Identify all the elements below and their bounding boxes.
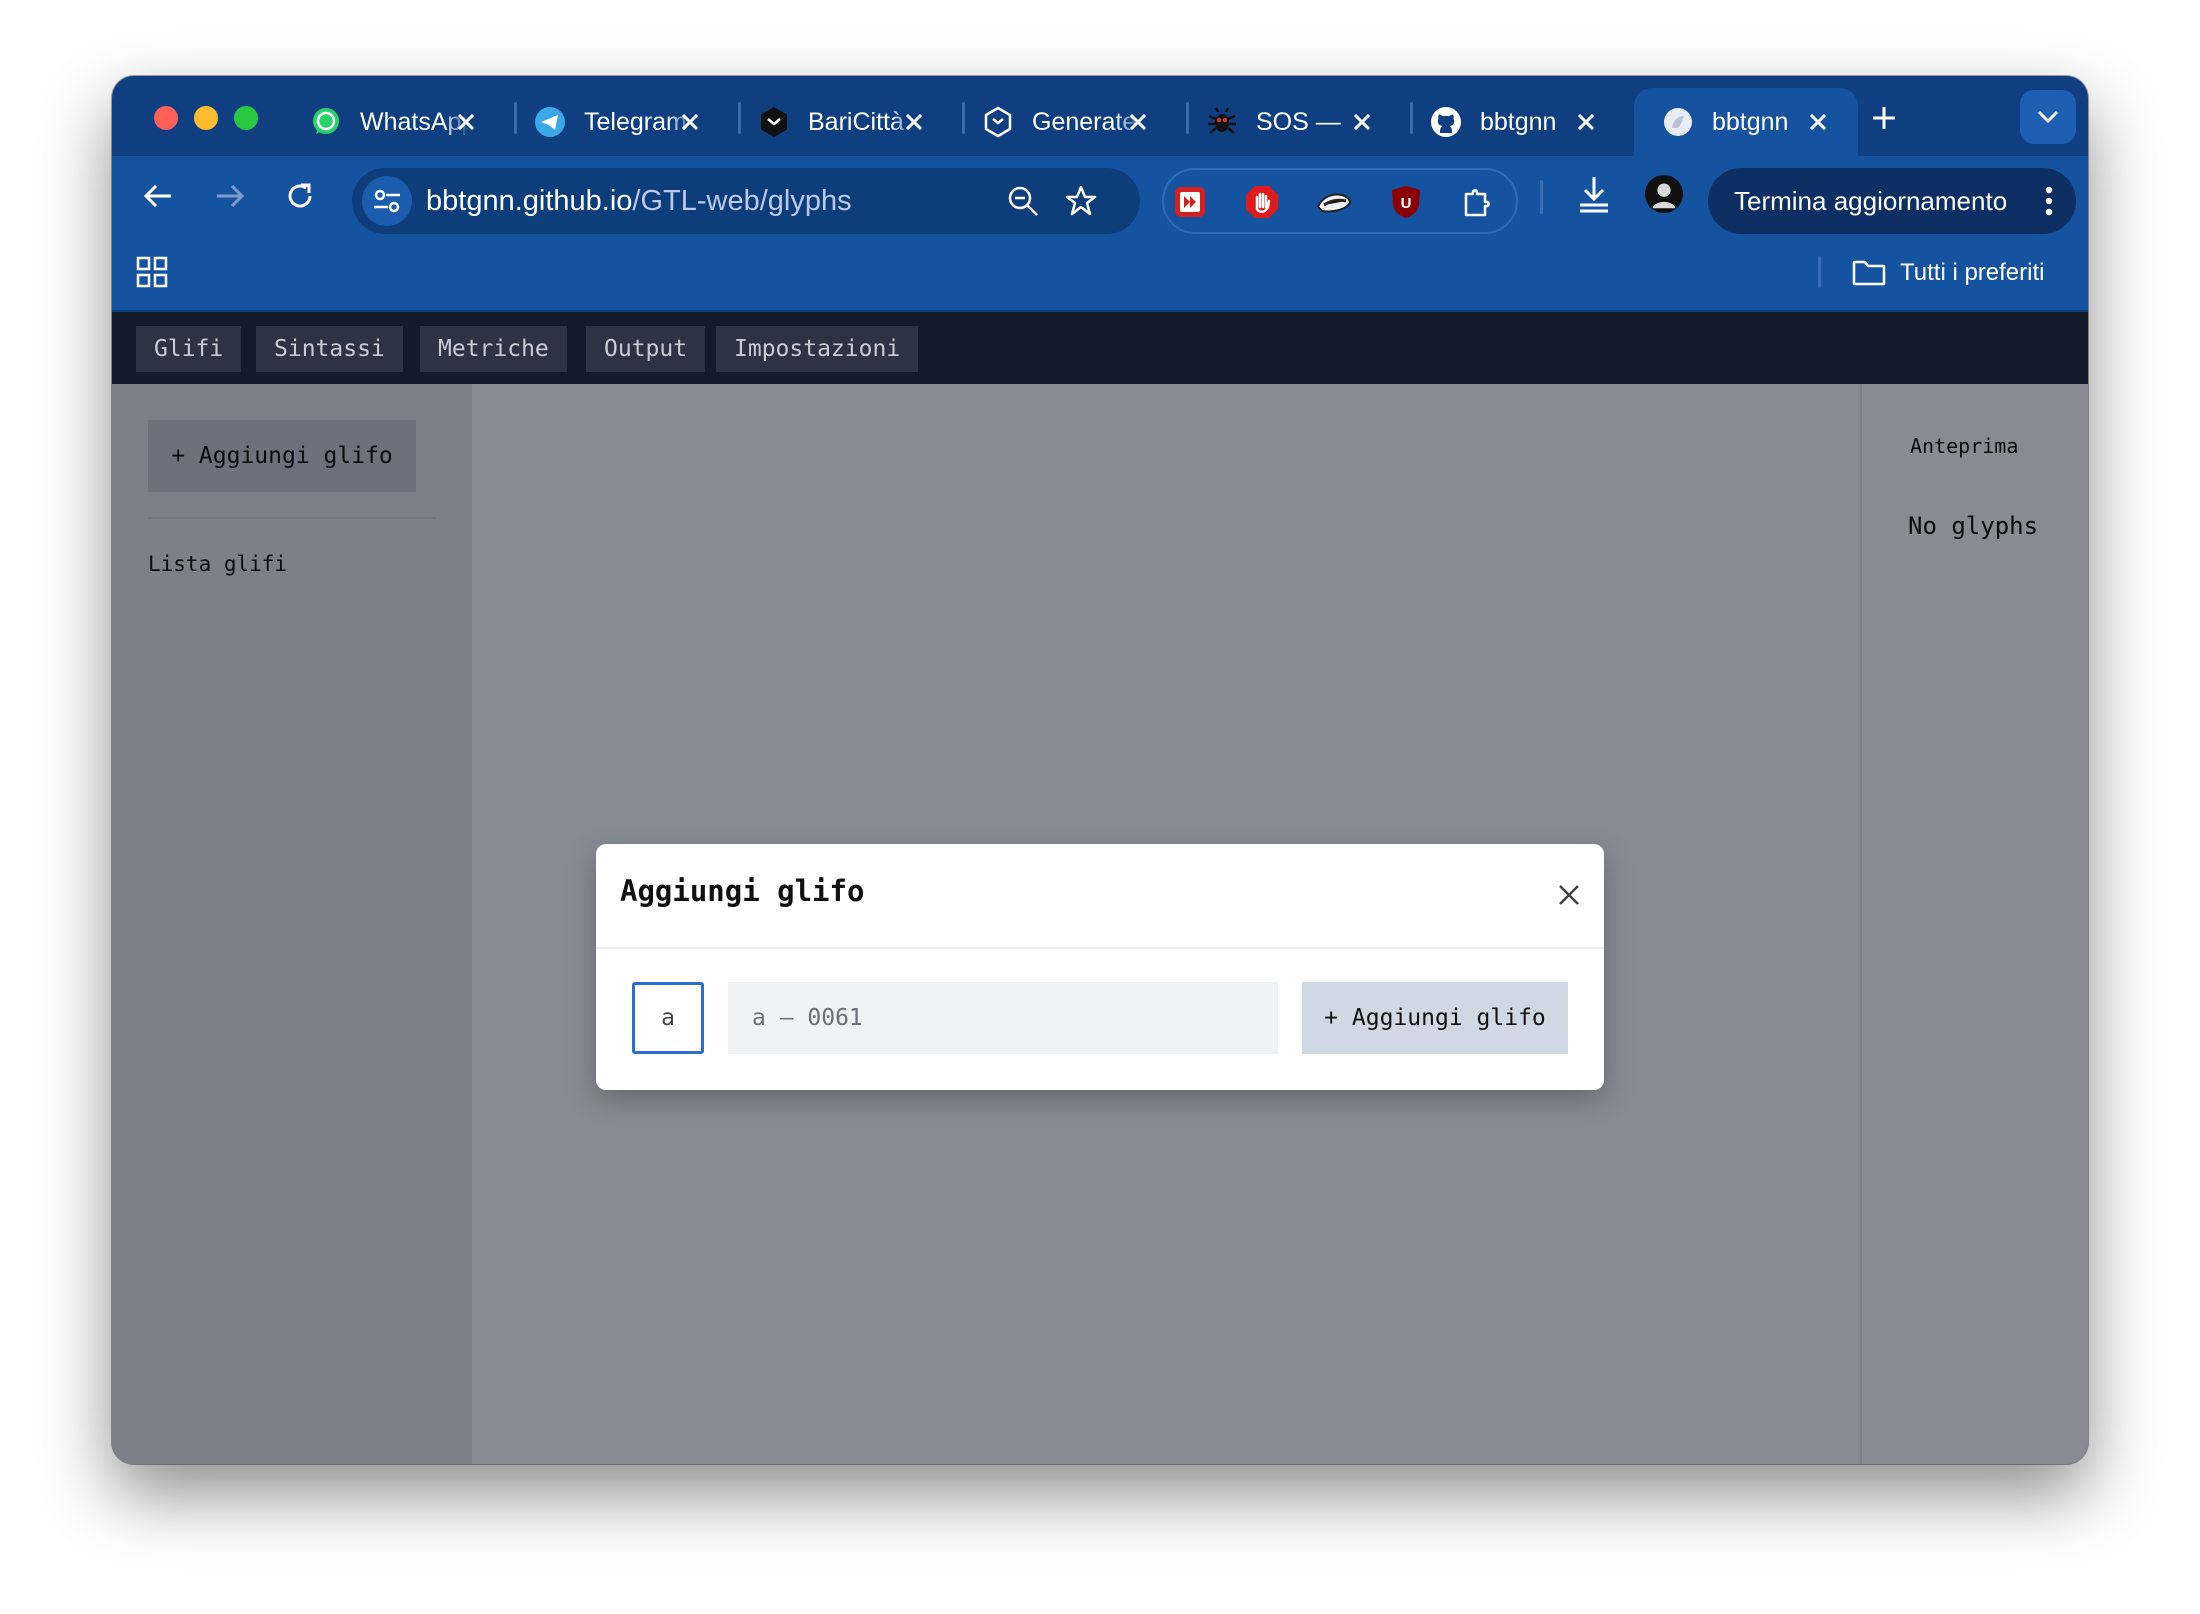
sidebar-divider: [148, 517, 436, 519]
close-window-button[interactable]: [154, 106, 178, 130]
back-button[interactable]: [138, 176, 178, 216]
download-icon: [1580, 177, 1608, 213]
address-bar[interactable]: bbtgnn.github.io/GTL-web/glyphs: [352, 168, 1140, 234]
close-tab-icon[interactable]: [1804, 108, 1832, 136]
downloads-button[interactable]: [1574, 174, 1614, 214]
app-nav: Glifi Sintassi Metriche Output Impostazi…: [112, 312, 2088, 384]
close-tab-icon[interactable]: [452, 108, 480, 136]
minimize-window-button[interactable]: [194, 106, 218, 130]
tab-active[interactable]: bbtgnn: [1634, 88, 1858, 156]
chevron-down-icon: [2037, 110, 2059, 124]
url-host: bbtgnn.github.io: [426, 185, 633, 217]
apps-grid-icon[interactable]: [136, 256, 168, 288]
nav-tab-metriche[interactable]: Metriche: [420, 326, 567, 372]
preview-label: Anteprima: [1910, 434, 2019, 458]
baricitta-icon: [758, 106, 790, 138]
dialog-title: Aggiungi glifo: [620, 874, 865, 908]
bookmarks-separator: [1818, 256, 1821, 288]
close-tab-icon[interactable]: [900, 108, 928, 136]
tab-github[interactable]: bbtgnn: [1402, 88, 1626, 156]
close-tab-icon[interactable]: [1348, 108, 1376, 136]
folder-icon: [1852, 258, 1886, 288]
tab-strip: WhatsApp Telegram BariCittà Generate SOS…: [112, 76, 2088, 156]
preview-empty-text: No glyphs: [1908, 512, 2039, 540]
forward-button[interactable]: [210, 176, 250, 216]
url-path: /GTL-web/glyphs: [632, 185, 852, 217]
dialog-add-glyph-button[interactable]: + Aggiungi glifo: [1302, 982, 1568, 1054]
kebab-menu-icon[interactable]: [2044, 186, 2054, 216]
ublock-extension-icon[interactable]: U: [1388, 184, 1424, 220]
svg-text:U: U: [1401, 195, 1412, 212]
url-text: bbtgnn.github.io/GTL-web/glyphs: [426, 168, 852, 234]
reload-button[interactable]: [280, 176, 320, 216]
arrow-right-icon: [217, 184, 245, 208]
tune-icon: [374, 189, 400, 213]
close-tab-icon[interactable]: [1572, 108, 1600, 136]
extensions-group: U: [1162, 168, 1518, 234]
tab-search-button[interactable]: [2020, 90, 2076, 144]
browser-window: WhatsApp Telegram BariCittà Generate SOS…: [112, 76, 2088, 1464]
generate-icon: [982, 106, 1014, 138]
tab-whatsapp[interactable]: WhatsApp: [282, 88, 506, 156]
nav-tab-impostazioni[interactable]: Impostazioni: [716, 326, 919, 372]
bookmarks-bar: Tutti i preferiti: [112, 236, 2088, 312]
puzzle-icon[interactable]: [1460, 184, 1496, 220]
badger-extension-icon[interactable]: [1316, 184, 1352, 220]
browser-toolbar: bbtgnn.github.io/GTL-web/glyphs U Termin…: [112, 156, 2088, 236]
glyph-list-label: Lista glifi: [148, 552, 288, 576]
glyph-sidebar: + Aggiungi glifo Lista glifi: [112, 384, 472, 1464]
glyph-char-input[interactable]: [632, 982, 704, 1054]
tab-generate[interactable]: Generate: [954, 88, 1178, 156]
glyph-name-input[interactable]: [728, 982, 1278, 1054]
github-icon: [1430, 106, 1462, 138]
site-icon: [1662, 106, 1694, 138]
arrow-left-icon: [143, 184, 171, 208]
tab-telegram[interactable]: Telegram: [506, 88, 730, 156]
sidebar-add-glyph-button[interactable]: + Aggiungi glifo: [148, 420, 416, 492]
new-tab-button[interactable]: [1864, 98, 1904, 138]
whatsapp-icon: [310, 106, 342, 138]
close-tab-icon[interactable]: [1124, 108, 1152, 136]
app-body: + Aggiungi glifo Lista glifi Anteprima N…: [112, 384, 2088, 1464]
close-tab-icon[interactable]: [676, 108, 704, 136]
tab-baricitta[interactable]: BariCittà: [730, 88, 954, 156]
add-glyph-dialog: Aggiungi glifo + Aggiungi glifo: [596, 844, 1604, 1090]
reload-icon: [288, 183, 312, 208]
preview-panel: Anteprima No glyphs: [1860, 384, 2088, 1464]
update-button[interactable]: Termina aggiornamento: [1708, 168, 2076, 234]
star-icon[interactable]: [1064, 184, 1098, 218]
adblock-extension-icon[interactable]: [1244, 184, 1280, 220]
all-bookmarks-label: Tutti i preferiti: [1900, 259, 2045, 286]
update-button-label: Termina aggiornamento: [1734, 186, 2008, 216]
maximize-window-button[interactable]: [234, 106, 258, 130]
video-speed-extension-icon[interactable]: [1172, 184, 1208, 220]
page-content: Glifi Sintassi Metriche Output Impostazi…: [112, 312, 2088, 1464]
close-icon[interactable]: [1554, 880, 1584, 910]
nav-tab-output[interactable]: Output: [586, 326, 706, 372]
avatar[interactable]: [1644, 174, 1684, 214]
telegram-icon: [534, 106, 566, 138]
site-info-button[interactable]: [362, 176, 412, 226]
dialog-header: Aggiungi glifo: [596, 844, 1604, 949]
zoom-icon[interactable]: [1006, 184, 1040, 218]
tab-sos[interactable]: SOS —: [1178, 88, 1402, 156]
bug-icon: [1206, 106, 1238, 138]
nav-tab-glifi[interactable]: Glifi: [136, 326, 242, 372]
plus-icon: [1873, 107, 1895, 129]
toolbar-separator: [1540, 180, 1543, 214]
nav-tab-sintassi[interactable]: Sintassi: [256, 326, 403, 372]
all-bookmarks-button[interactable]: Tutti i preferiti: [1852, 254, 2044, 292]
